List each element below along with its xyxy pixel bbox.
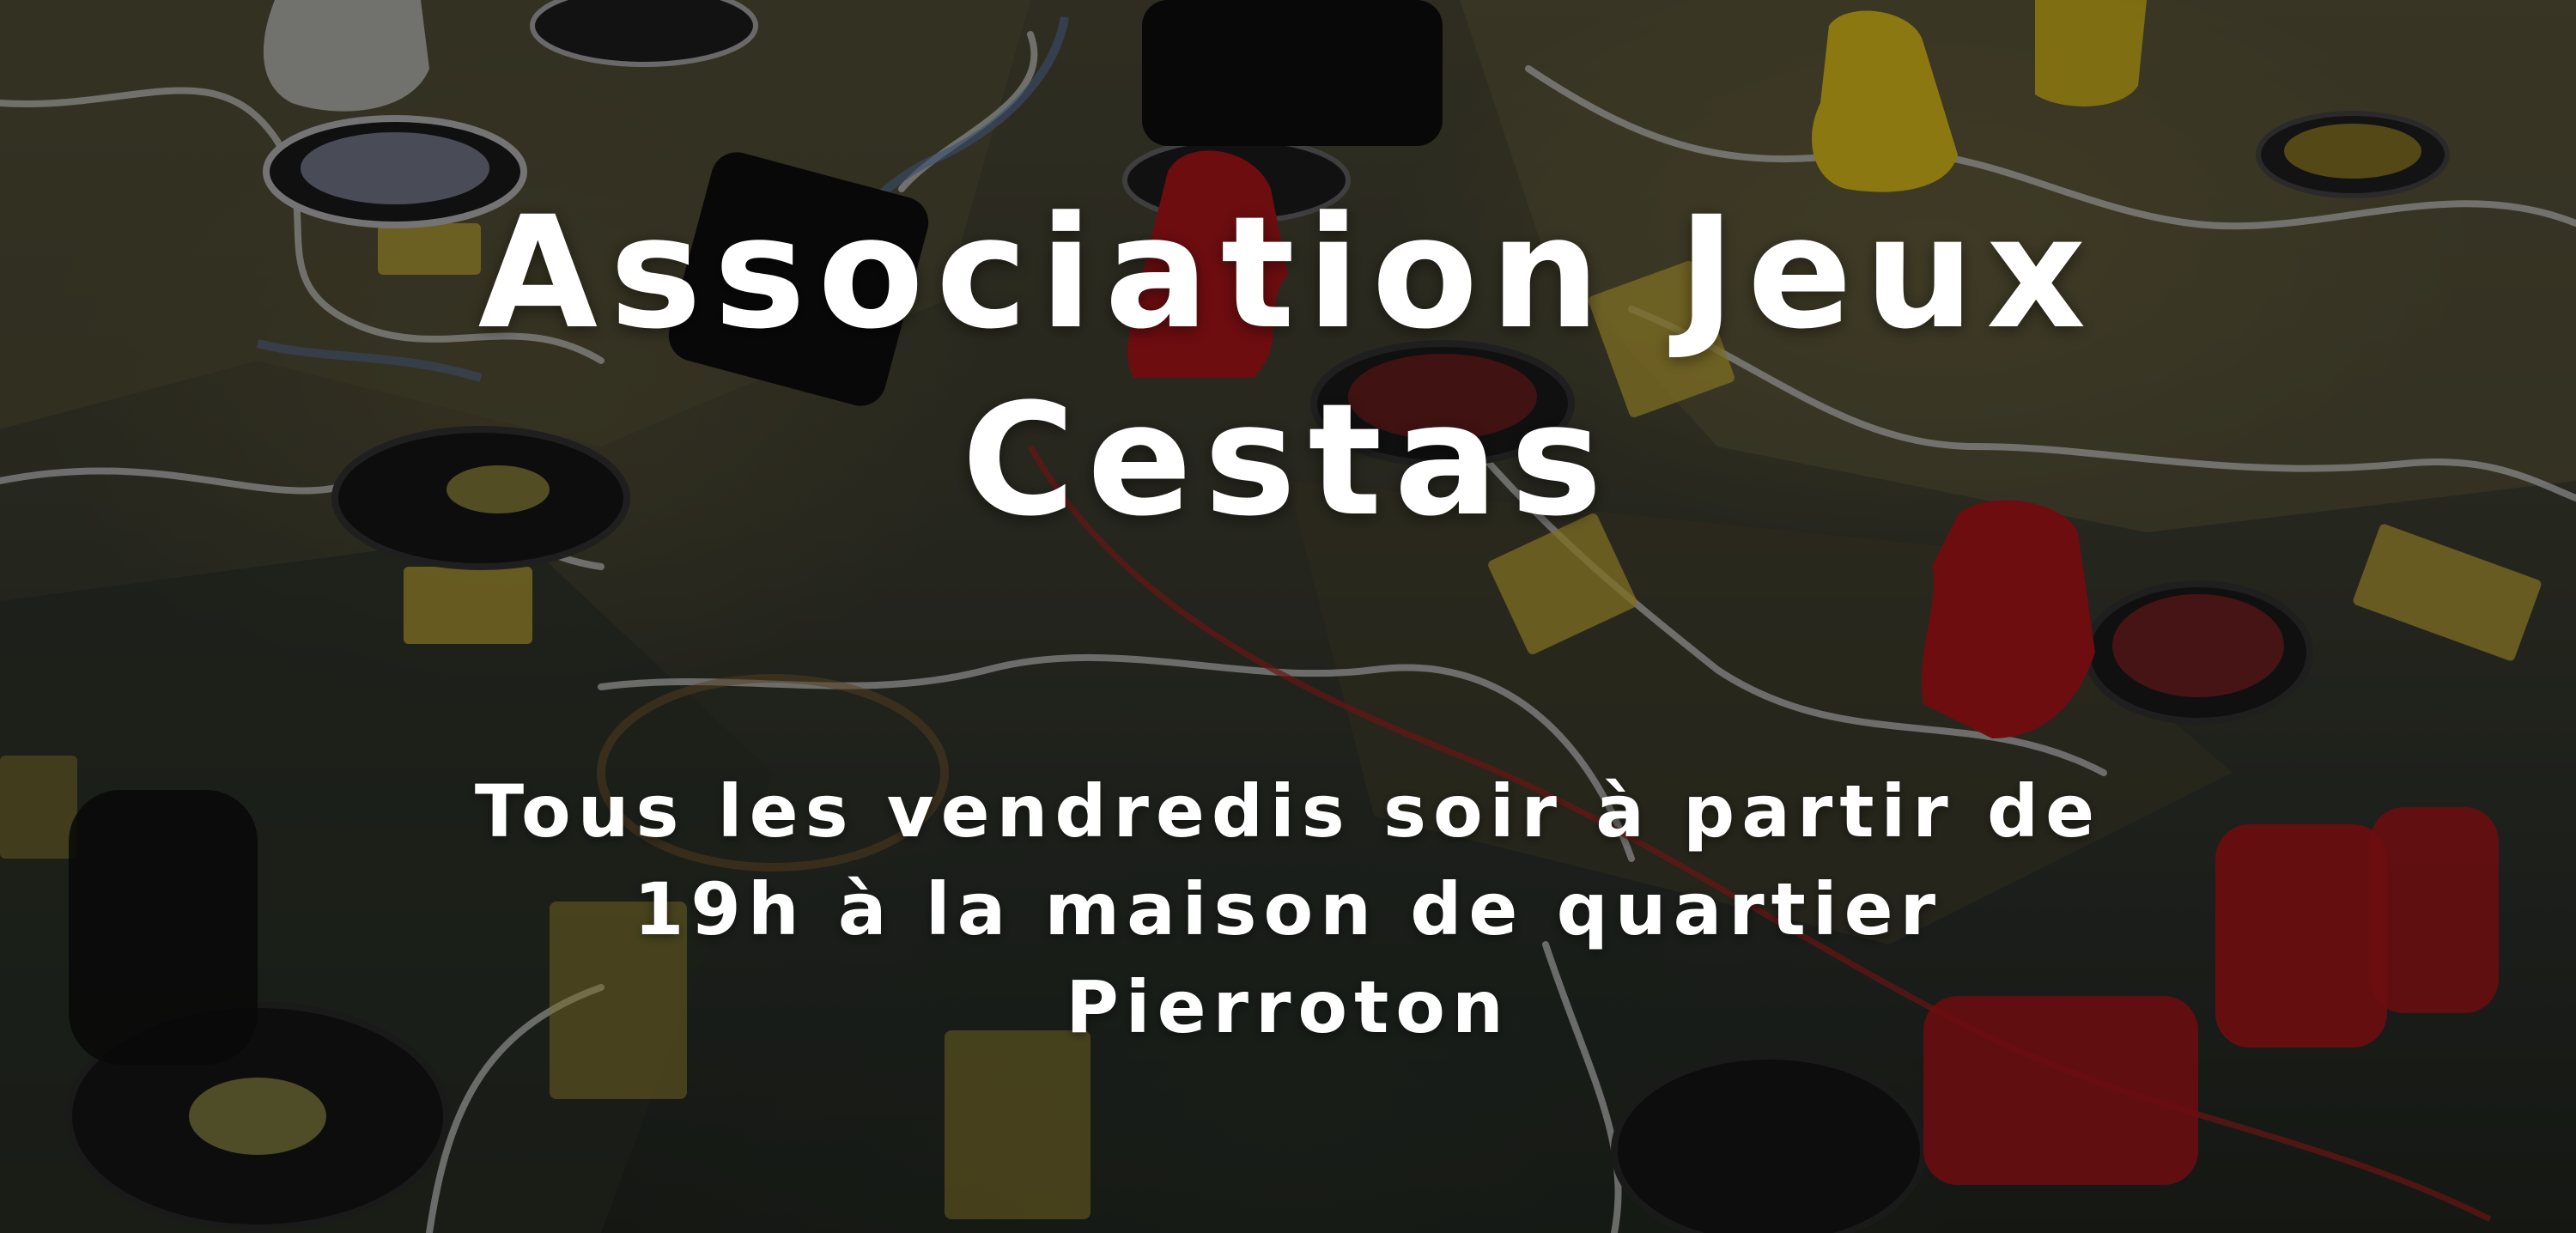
subtitle-line: Pierroton [1066,965,1510,1049]
subtitle-line: Tous les vendredis soir à partir de [474,769,2102,853]
page-subtitle: Tous les vendredis soir à partir de 19h … [0,762,2576,1056]
title-line: Cestas [962,371,1614,550]
subtitle-line: 19h à la maison de quartier [633,867,1943,951]
title-line: Association Jeux [477,184,2099,363]
page-title: Association Jeux Cestas [0,180,2576,555]
hero-section: Association Jeux Cestas Tous les vendred… [0,0,2576,1233]
